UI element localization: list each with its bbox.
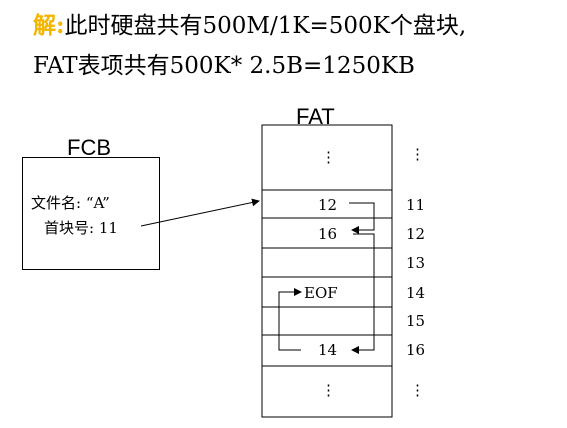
fat-row-value: EOF — [304, 284, 338, 302]
fat-diagram — [140, 124, 393, 418]
fat-row-index: ⋮ — [410, 145, 425, 163]
fat-row-index: 11 — [406, 196, 426, 214]
chain-arrow-16-14 — [278, 288, 302, 351]
fat-row-value: 16 — [318, 225, 338, 243]
fat-row-index: 13 — [406, 254, 426, 272]
fat-row-value: 12 — [318, 196, 338, 214]
fat-row-value: ⋮ — [321, 148, 336, 166]
fat-table — [261, 124, 393, 418]
fat-row-index: 14 — [406, 284, 426, 302]
fat-row-index: ⋮ — [410, 381, 425, 399]
fat-row-index: 16 — [406, 341, 426, 359]
chain-arrow-12-16 — [351, 233, 375, 354]
fat-row-index: 12 — [406, 225, 426, 243]
chain-arrow-11-12 — [349, 202, 375, 234]
fat-row-value: 14 — [318, 341, 338, 359]
fat-row-index: 15 — [406, 312, 426, 330]
fcb-pointer-arrow — [140, 198, 260, 227]
fat-row-value: ⋮ — [321, 381, 336, 399]
